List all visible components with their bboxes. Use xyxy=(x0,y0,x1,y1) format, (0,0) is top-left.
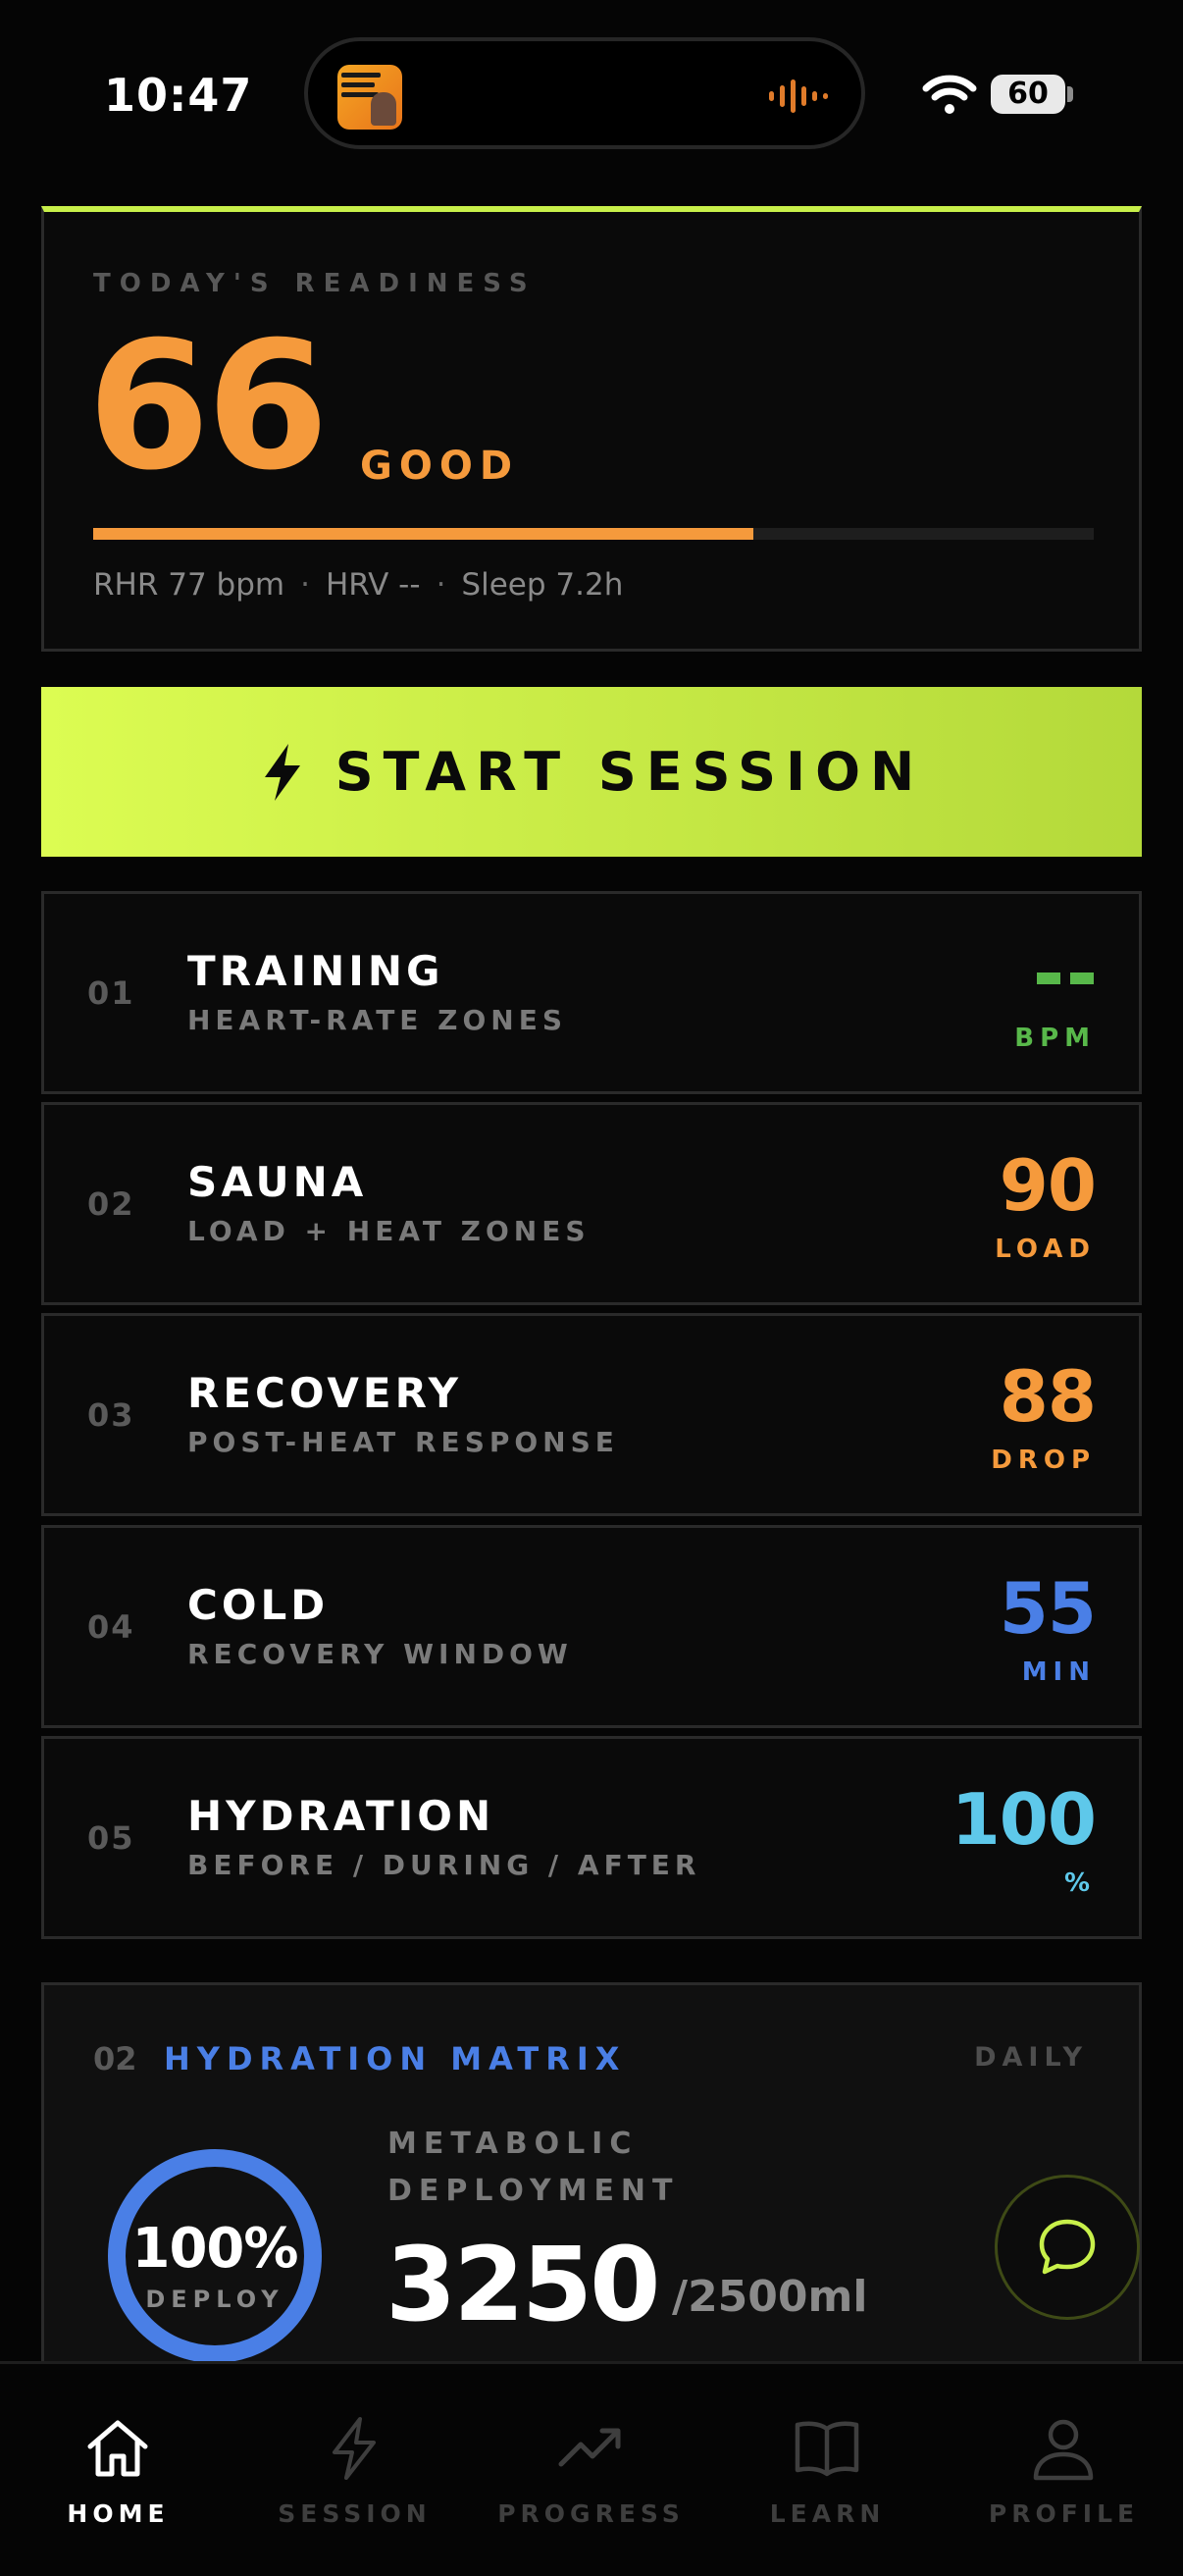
section-title: HYDRATION MATRIX xyxy=(164,2040,627,2077)
start-session-label: START SESSION xyxy=(334,741,925,803)
home-icon xyxy=(87,2420,148,2477)
module-number: 01 xyxy=(87,974,135,1012)
metric-separator: · xyxy=(436,567,446,603)
module-title: COLD xyxy=(187,1581,330,1629)
readiness-metrics: RHR 77 bpm · HRV -- · Sleep 7.2h xyxy=(93,567,623,603)
podcast-artwork xyxy=(337,65,402,130)
battery-tip xyxy=(1067,86,1073,102)
section-period: DAILY xyxy=(974,2042,1088,2073)
bolt-icon xyxy=(333,2417,376,2480)
module-number: 05 xyxy=(87,1819,135,1857)
tab-label: HOME xyxy=(67,2499,170,2528)
tab-label: PROGRESS xyxy=(497,2499,685,2528)
chat-button[interactable] xyxy=(995,2175,1140,2320)
readiness-progress-bar xyxy=(93,528,1094,540)
module-value: 55 xyxy=(999,1567,1097,1650)
module-value: 90 xyxy=(999,1144,1097,1227)
module-value-empty xyxy=(1037,973,1094,984)
tab-learn[interactable]: LEARN xyxy=(709,2364,946,2576)
readiness-status: GOOD xyxy=(360,444,520,489)
module-row-sauna[interactable]: 02 SAUNA LOAD + HEAT ZONES 90 LOAD xyxy=(41,1102,1142,1305)
module-title: SAUNA xyxy=(187,1158,368,1206)
trend-icon xyxy=(558,2428,621,2467)
module-value: 100 xyxy=(951,1778,1097,1861)
module-title: RECOVERY xyxy=(187,1369,463,1417)
tab-session[interactable]: SESSION xyxy=(236,2364,473,2576)
ring-percent: 100% xyxy=(131,2217,298,2281)
module-title: HYDRATION xyxy=(187,1792,495,1840)
dynamic-island[interactable] xyxy=(304,37,865,149)
status-time: 10:47 xyxy=(104,69,253,122)
readiness-label: TODAY'S READINESS xyxy=(93,269,537,298)
metric-sleep: Sleep 7.2h xyxy=(461,567,624,603)
metric-value: 3250 xyxy=(386,2225,660,2344)
tab-label: SESSION xyxy=(278,2499,432,2528)
battery-icon: 60 xyxy=(991,75,1065,114)
wifi-icon xyxy=(922,75,977,114)
bolt-icon xyxy=(264,743,300,801)
chat-bubble-icon xyxy=(1039,2219,1096,2275)
module-number: 03 xyxy=(87,1396,135,1434)
module-row-hydration[interactable]: 05 HYDRATION BEFORE / DURING / AFTER 100… xyxy=(41,1736,1142,1939)
module-number: 04 xyxy=(87,1608,135,1646)
module-unit: DROP xyxy=(991,1446,1096,1475)
module-row-cold[interactable]: 04 COLD RECOVERY WINDOW 55 MIN xyxy=(41,1525,1142,1728)
module-row-recovery[interactable]: 03 RECOVERY POST-HEAT RESPONSE 88 DROP xyxy=(41,1313,1142,1516)
audio-waveform-icon xyxy=(769,77,828,116)
module-subtitle: BEFORE / DURING / AFTER xyxy=(187,1849,701,1881)
tab-profile[interactable]: PROFILE xyxy=(946,2364,1182,2576)
module-subtitle: HEART-RATE ZONES xyxy=(187,1004,568,1036)
module-unit: % xyxy=(1063,1868,1096,1898)
module-subtitle: POST-HEAT RESPONSE xyxy=(187,1426,619,1458)
metric-hrv: HRV -- xyxy=(325,567,421,603)
book-icon xyxy=(795,2421,859,2477)
section-number: 02 xyxy=(93,2040,137,2077)
module-unit: MIN xyxy=(1021,1657,1096,1687)
user-icon xyxy=(1033,2419,1094,2481)
metric-target: /2500ml xyxy=(672,2272,868,2322)
tab-home[interactable]: HOME xyxy=(0,2364,236,2576)
module-subtitle: LOAD + HEAT ZONES xyxy=(187,1215,591,1247)
metric-rhr: RHR 77 bpm xyxy=(93,567,285,603)
metric-label: METABOLIC DEPLOYMENT xyxy=(387,2127,680,2208)
ring-label: DEPLOY xyxy=(145,2286,284,2313)
module-value: 88 xyxy=(999,1355,1097,1438)
readiness-card[interactable]: TODAY'S READINESS 66 GOOD RHR 77 bpm · H… xyxy=(41,206,1142,652)
module-subtitle: RECOVERY WINDOW xyxy=(187,1638,573,1670)
module-row-training[interactable]: 01 TRAINING HEART-RATE ZONES BPM xyxy=(41,891,1142,1094)
metric-separator: · xyxy=(300,567,310,603)
tab-progress[interactable]: PROGRESS xyxy=(473,2364,709,2576)
module-title: TRAINING xyxy=(187,947,444,995)
module-unit: BPM xyxy=(1014,1024,1096,1053)
readiness-score: 66 xyxy=(87,304,329,509)
tab-bar: HOME SESSION PROGRESS LEARN PROFILE xyxy=(0,2361,1183,2576)
tab-label: LEARN xyxy=(769,2499,886,2528)
module-unit: LOAD xyxy=(995,1235,1096,1264)
start-session-button[interactable]: START SESSION xyxy=(41,687,1142,857)
module-number: 02 xyxy=(87,1185,135,1223)
readiness-progress-fill xyxy=(93,528,754,540)
tab-label: PROFILE xyxy=(988,2499,1140,2528)
